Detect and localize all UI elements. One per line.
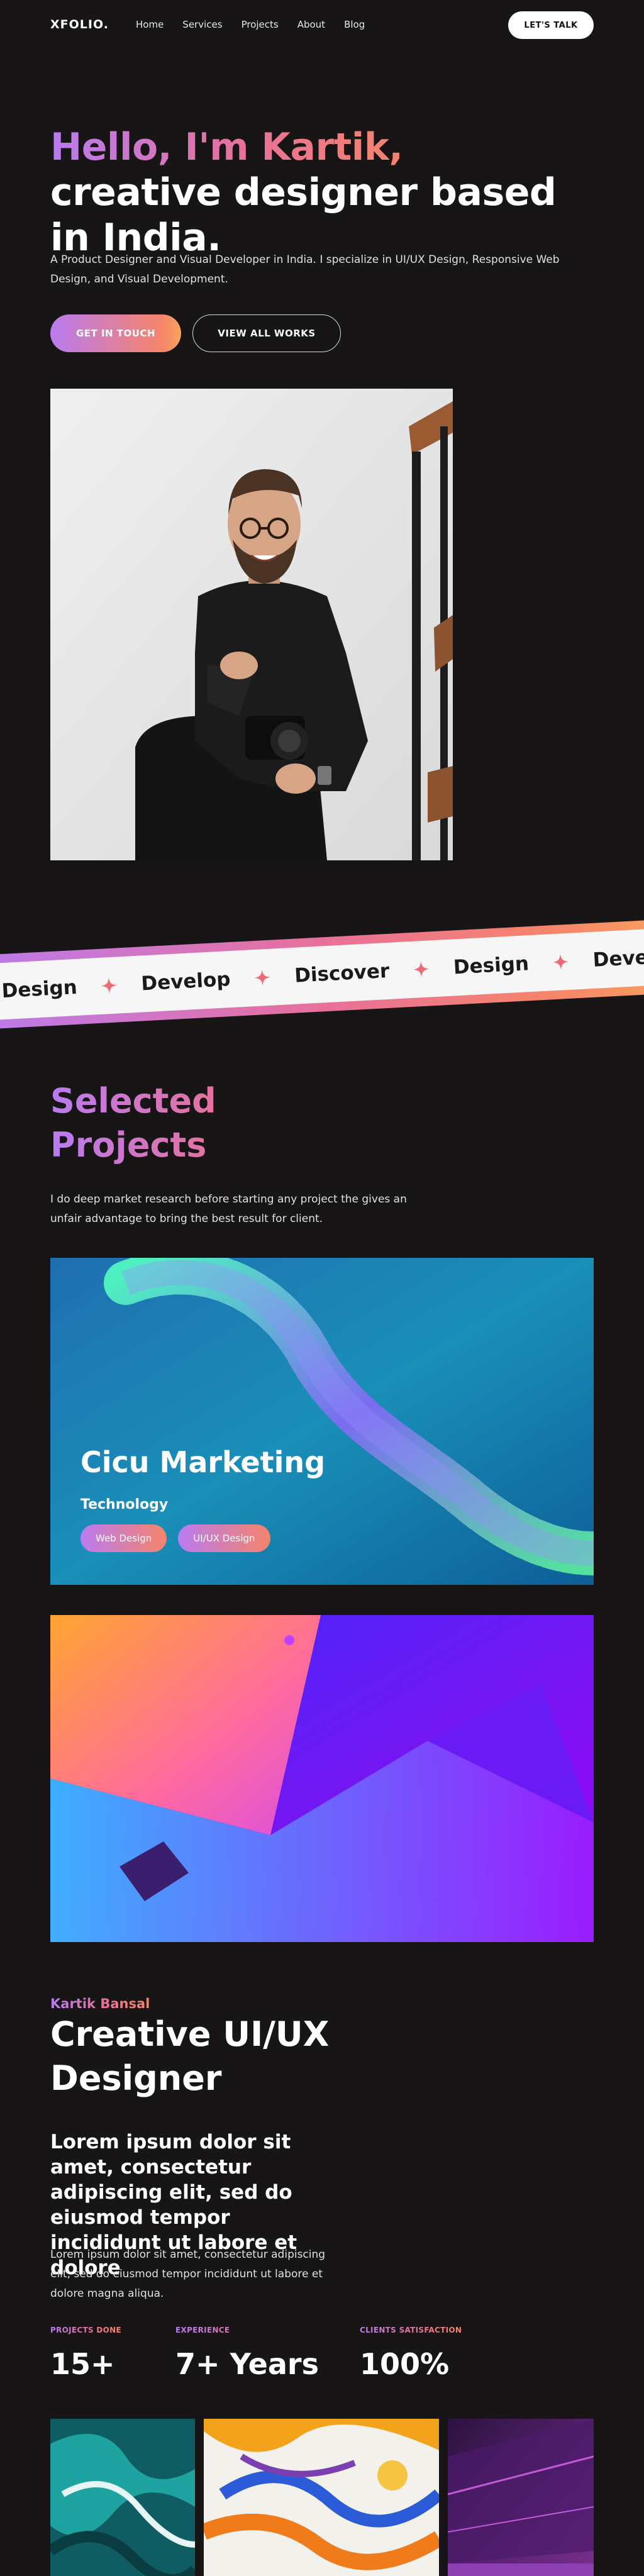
stat-clients-satisfaction: CLIENTS SATISFACTION 100% (360, 2326, 462, 2381)
hero-title-greeting: Hello, I'm Kartik, (50, 125, 403, 169)
nav-link-about[interactable]: About (297, 19, 325, 30)
top-navigation: XFOLIO. Home Services Projects About Blo… (0, 0, 644, 50)
tag-ui-ux-design[interactable]: UI/UX Design (178, 1524, 270, 1552)
sparkle-icon (552, 953, 569, 970)
stat-label: PROJECTS DONE (50, 2326, 122, 2334)
stat-projects-done: PROJECTS DONE 15+ (50, 2326, 121, 2381)
nav-link-projects[interactable]: Projects (242, 19, 279, 30)
marquee-word: Develop (140, 968, 231, 996)
marquee-word: Design (453, 952, 530, 979)
nav-links: Home Services Projects About Blog (136, 19, 365, 30)
nav-link-blog[interactable]: Blog (344, 19, 365, 30)
stat-label: EXPERIENCE (175, 2326, 319, 2334)
project-card-cicu-marketing[interactable]: Cicu Marketing Technology Web Design UI/… (50, 1258, 594, 1585)
marquee-word: Develop (592, 944, 644, 972)
stat-value: 15+ (50, 2347, 115, 2381)
marquee-word: Design (1, 975, 78, 1003)
stat-value: 7+ Years (175, 2347, 319, 2381)
designer-title: Creative UI/UX Designer (50, 2014, 330, 2098)
sparkle-icon (254, 969, 271, 986)
about-body-text: Lorem ipsum dolor sit amet, consectetur … (50, 2248, 326, 2300)
nav-link-home[interactable]: Home (136, 19, 164, 30)
gallery-image-fluid-art (204, 2419, 439, 2576)
stat-experience: EXPERIENCE 7+ Years (175, 2326, 319, 2381)
marquee-word: Discover (294, 959, 391, 987)
project-category: Technology (80, 1497, 169, 1513)
project-card-2[interactable] (50, 1615, 594, 1942)
hero-description: A Product Designer and Visual Developer … (50, 253, 560, 286)
projects-section-title: Selected Projects (50, 1079, 365, 1167)
gallery-image-teal-marble (50, 2419, 195, 2576)
designer-name: Kartik Bansal (50, 1996, 150, 2011)
designer-portrait-photo (50, 389, 453, 860)
get-in-touch-button[interactable]: GET IN TOUCH (50, 314, 181, 352)
sparkle-icon (101, 977, 118, 994)
tag-web-design[interactable]: Web Design (80, 1524, 167, 1552)
stat-label: CLIENTS SATISFACTION (360, 2326, 462, 2334)
lets-talk-button[interactable]: LET'S TALK (508, 11, 594, 39)
project-title[interactable]: Cicu Marketing (80, 1445, 325, 1479)
hero-title-rest: creative designer based in India. (50, 170, 557, 260)
projects-description: I do deep market research before startin… (50, 1193, 407, 1225)
gallery-image-purple-architecture (448, 2419, 594, 2576)
project-tags: Web Design UI/UX Design (80, 1524, 270, 1552)
hero-title: Hello, I'm Kartik, creative designer bas… (50, 125, 566, 260)
nav-link-services[interactable]: Services (182, 19, 222, 30)
site-logo[interactable]: XFOLIO. (50, 18, 109, 31)
projects-title-line2: Projects (50, 1125, 207, 1165)
sparkle-icon (413, 961, 430, 978)
project-cover-image (50, 1615, 594, 1942)
skills-marquee: Design Develop Discover Design Develop (0, 918, 644, 1031)
projects-title-line1: Selected (50, 1081, 216, 1121)
view-all-works-button[interactable]: VIEW ALL WORKS (192, 314, 341, 352)
portfolio-page: XFOLIO. Home Services Projects About Blo… (0, 0, 644, 2576)
stat-value: 100% (360, 2347, 450, 2381)
